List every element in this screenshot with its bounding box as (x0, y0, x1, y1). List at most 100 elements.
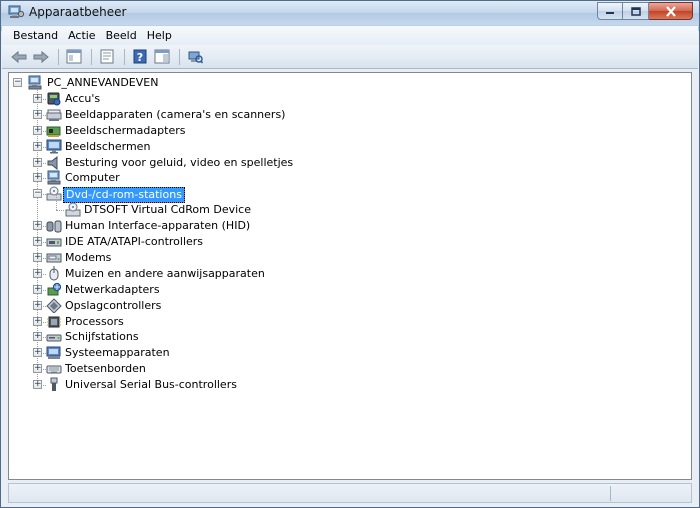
processor-icon (47, 316, 61, 327)
tree-category-label: Universal Serial Bus-controllers (65, 378, 237, 392)
tree-category-label: IDE ATA/ATAPI-controllers (65, 235, 204, 248)
close-icon (665, 5, 676, 17)
back-arrow-icon (11, 50, 27, 63)
expand-category-toggle[interactable]: + (33, 380, 42, 390)
tree-category-node[interactable]: + Systeemapparaten (9, 345, 689, 361)
tree-category-node[interactable]: + Beeldschermen (9, 139, 689, 155)
dvd-drive-icon (65, 202, 81, 217)
keyboard-icon (46, 365, 62, 374)
expand-category-toggle[interactable]: + (33, 316, 42, 326)
caption-buttons (597, 2, 693, 20)
tree-category-node[interactable]: + Toetsenborden (9, 361, 689, 377)
menu-bar: Bestand Actie Beeld Help (2, 26, 698, 45)
forward-arrow-icon (33, 50, 49, 63)
tree-category-node[interactable]: + Human Interface-apparaten (HID) (9, 218, 689, 234)
expand-category-toggle[interactable]: + (33, 173, 42, 183)
monitor-icon (46, 139, 62, 154)
expand-category-toggle[interactable]: + (33, 348, 42, 358)
tree-category-label: Accu's (65, 91, 101, 105)
computer-icon (28, 75, 42, 90)
tree-category-label: Systeemapparaten (65, 346, 170, 360)
display-adapter-icon (46, 126, 61, 137)
device-manager-app-icon (8, 5, 24, 18)
action-pane-icon (154, 49, 170, 64)
menu-actie[interactable]: Actie (63, 29, 101, 42)
tree-category-label: Beeldapparaten (camera's en scanners) (65, 107, 286, 121)
tree-category-node[interactable]: + Besturing voor geluid, video en spellet… (9, 155, 689, 171)
tree-category-label: Computer (65, 171, 120, 185)
tree-device-label: DTSOFT Virtual CdRom Device (84, 203, 251, 217)
tree-category-node[interactable]: + Processors (9, 314, 689, 330)
mouse-icon (49, 265, 59, 281)
collapse-root-toggle[interactable]: − (13, 78, 22, 87)
help-button[interactable]: ? (130, 47, 150, 67)
expand-category-toggle[interactable]: + (33, 237, 42, 246)
modem-icon (46, 253, 62, 263)
expand-category-toggle[interactable]: + (33, 93, 42, 103)
close-button[interactable] (649, 2, 693, 20)
forward-button[interactable] (31, 47, 51, 67)
maximize-button[interactable] (623, 2, 649, 20)
tree-category-node[interactable]: + IDE ATA/ATAPI-controllers (9, 234, 689, 250)
maximize-icon (630, 6, 641, 16)
hid-icon (46, 220, 62, 233)
expand-category-toggle[interactable]: + (33, 284, 42, 294)
network-adapter-icon (47, 282, 62, 296)
expand-category-toggle[interactable]: + (33, 221, 42, 231)
expand-category-toggle[interactable]: + (33, 141, 42, 151)
expand-category-toggle[interactable]: + (33, 125, 42, 135)
expand-category-toggle[interactable]: + (33, 364, 42, 374)
tree-category-node[interactable]: + Accu's (9, 91, 689, 107)
tree-category-node[interactable]: + Netwerkadapters (9, 282, 689, 298)
tree-category-node[interactable]: + Computer (9, 170, 689, 186)
menu-help[interactable]: Help (142, 29, 177, 42)
tree-category-node[interactable]: + Opslagcontrollers (9, 297, 689, 314)
properties-icon (100, 49, 114, 64)
help-icon: ? (133, 49, 147, 64)
tree-root-node[interactable]: − PC_ANNEVANDEVEN (9, 75, 689, 91)
expand-category-toggle[interactable]: + (33, 300, 42, 310)
console-tree-icon (66, 49, 82, 64)
expand-category-toggle[interactable]: + (33, 268, 42, 278)
minimize-button[interactable] (597, 2, 623, 20)
scan-hardware-button[interactable] (185, 47, 205, 67)
tree-category-label: Muizen en andere aanwijsapparaten (65, 266, 265, 280)
tree-category-node[interactable]: + Beeldschermadapters (9, 123, 689, 139)
tree-category-node[interactable]: − Dvd-/cd-rom-stations (9, 186, 689, 204)
storage-controller-icon (46, 297, 62, 313)
toolbar-separator (179, 48, 180, 65)
status-divider (610, 486, 611, 501)
tree-category-node[interactable]: + Schijfstations (9, 329, 689, 345)
show-hide-console-tree-button[interactable] (64, 47, 84, 67)
tree-category-label: Processors (65, 314, 124, 328)
tree-category-label: Dvd-/cd-rom-stations (63, 187, 185, 204)
back-button[interactable] (9, 47, 29, 67)
tree-category-label: Schijfstations (65, 330, 139, 344)
tree-device-node[interactable]: DTSOFT Virtual CdRom Device (9, 195, 689, 218)
tree-category-label: Beeldschermadapters (65, 123, 186, 137)
usb-icon (50, 377, 58, 392)
ide-controller-icon (46, 238, 62, 247)
expand-category-toggle[interactable]: + (33, 252, 42, 262)
menu-bestand[interactable]: Bestand (8, 29, 63, 42)
system-device-icon (46, 346, 61, 360)
expand-category-toggle[interactable]: + (33, 157, 42, 167)
expand-category-toggle[interactable]: + (33, 109, 42, 119)
tree-category-node[interactable]: + Beeldapparaten (camera's en scanners) (9, 107, 689, 123)
expand-category-toggle[interactable]: + (33, 332, 42, 342)
show-action-pane-button[interactable] (152, 47, 172, 67)
battery-icon (47, 92, 61, 106)
dvd-drive-icon (46, 186, 62, 201)
tree-connector (56, 195, 57, 211)
device-tree-panel[interactable]: − PC_ANNEVANDEVEN + Accu's + Beeldapparaten (… (8, 72, 692, 480)
title-bar[interactable]: Apparaatbeheer (1, 1, 699, 25)
tree-root-label: PC_ANNEVANDEVEN (47, 76, 159, 89)
toolbar: ? (2, 45, 698, 69)
tree-category-node[interactable]: + Universal Serial Bus-controllers (9, 377, 689, 393)
tree-category-node[interactable]: + Modems (9, 250, 689, 266)
scan-hardware-icon (188, 51, 203, 64)
menu-beeld[interactable]: Beeld (101, 29, 142, 42)
collapse-category-toggle[interactable]: − (33, 189, 42, 199)
properties-button[interactable] (97, 47, 117, 67)
tree-category-node[interactable]: + Muizen en andere aanwijsapparaten (9, 265, 689, 282)
